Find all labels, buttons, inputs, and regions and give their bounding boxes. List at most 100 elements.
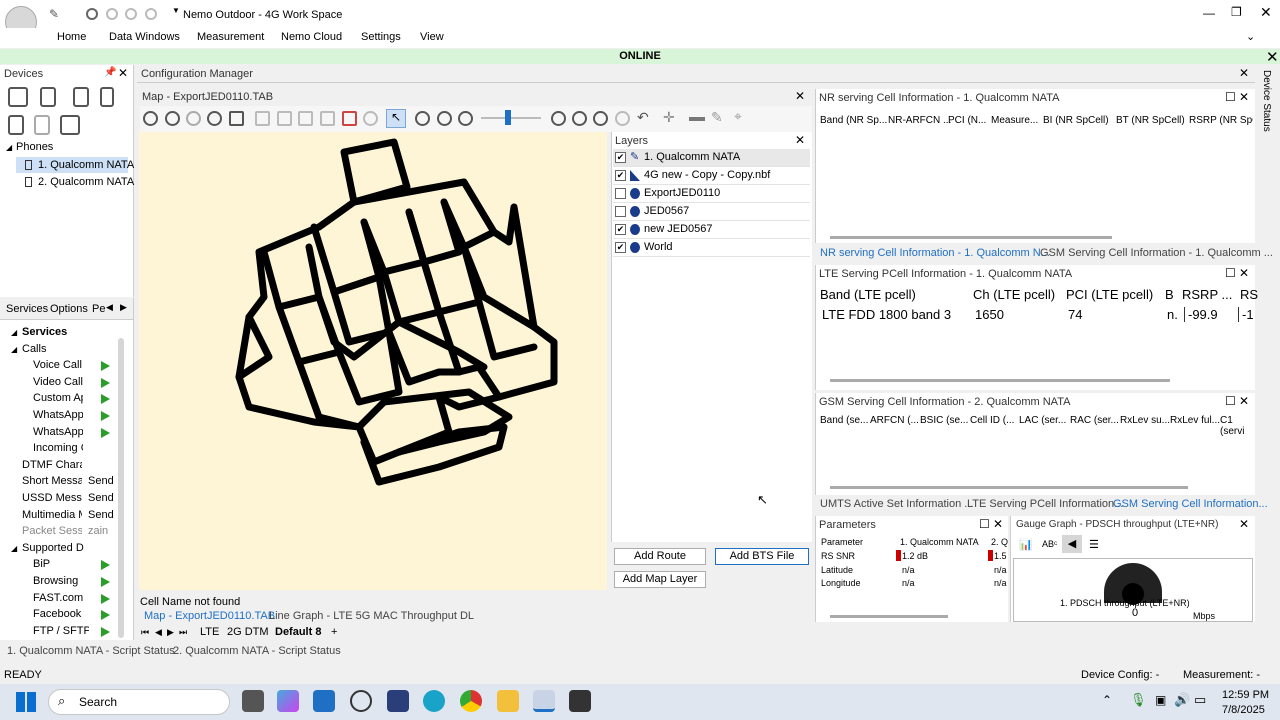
layers-icon[interactable] [229, 111, 244, 126]
layer-checkbox[interactable]: ✔ [615, 242, 626, 253]
play-icon[interactable] [101, 594, 110, 604]
close-icon[interactable]: ✕ [795, 133, 805, 147]
service-packet-session[interactable]: Packet Sessio [22, 525, 82, 537]
stop-icon[interactable] [145, 8, 157, 20]
layer-checkbox[interactable] [615, 188, 626, 199]
sms-send-button[interactable]: Send [88, 475, 114, 487]
phones-label[interactable]: Phones [16, 141, 53, 153]
device-settings-icon[interactable] [40, 87, 56, 107]
gsm-header[interactable]: RAC (ser... [1070, 415, 1119, 426]
select-tool-icon[interactable]: ↖ [386, 109, 406, 128]
last-sheet-icon[interactable]: ⏭ [179, 627, 187, 638]
play-icon[interactable] [101, 411, 110, 421]
edge-icon[interactable] [423, 690, 445, 712]
gsm-header[interactable]: LAC (ser... [1019, 415, 1066, 426]
play-icon[interactable] [101, 610, 110, 620]
gsm-header[interactable]: RxLev ful... [1170, 415, 1220, 426]
service-whatsapp-2[interactable]: WhatsApp [33, 426, 83, 438]
volume-icon[interactable]: 🔊 [1174, 692, 1190, 708]
map-canvas[interactable] [139, 132, 607, 590]
terminal-icon[interactable] [569, 690, 591, 712]
lte-header[interactable]: B [1165, 287, 1174, 302]
lte-header[interactable]: PCI (LTE pcell) [1066, 287, 1153, 302]
zoom-previous-icon[interactable] [615, 111, 630, 126]
tab-script-status-1[interactable]: 1. Qualcomm NATA - Script Status [7, 645, 175, 657]
pause-icon[interactable] [125, 8, 137, 20]
refresh-icon[interactable] [363, 111, 378, 126]
gsm-header[interactable]: Band (se... [820, 415, 868, 426]
horizontal-scrollbar[interactable] [830, 486, 1188, 489]
taskbar-search-box[interactable] [48, 689, 230, 715]
pan-icon[interactable]: ✛ [663, 109, 675, 126]
close-icon[interactable]: ✕ [1239, 394, 1249, 408]
nr-header[interactable]: PCI (N... [948, 115, 986, 126]
close-icon[interactable]: ✕ [1239, 266, 1249, 280]
param-col-header[interactable]: 1. Qualcomm NATA [900, 537, 979, 547]
service-video-call[interactable]: Video Call [33, 376, 89, 388]
sheet-tab-2g-dtm[interactable]: 2G DTM [227, 626, 269, 638]
play-icon[interactable] [101, 378, 110, 388]
taskbar-time[interactable]: 12:59 PM [1222, 689, 1269, 701]
nr-header[interactable]: RSRP (NR SpCell [1189, 115, 1253, 126]
taskbar-date[interactable]: 7/8/2025 [1222, 704, 1265, 716]
tray-chevron-up-icon[interactable]: ⌃ [1102, 693, 1112, 707]
play-icon[interactable] [106, 8, 118, 20]
close-icon[interactable]: ✕ [993, 517, 1003, 531]
pin-location-icon[interactable]: ⌖ [734, 108, 742, 125]
close-icon[interactable]: ✕ [1239, 66, 1249, 80]
prev-sheet-icon[interactable]: ◀ [155, 627, 162, 638]
menu-view[interactable]: View [420, 31, 444, 43]
calls-label[interactable]: Calls [22, 343, 46, 355]
phone-2-label[interactable]: 2. Qualcomm NATA [38, 176, 134, 188]
close-icon[interactable]: ✕ [118, 66, 128, 80]
minimize-icon[interactable]: — [1203, 6, 1215, 20]
pencil-icon[interactable]: ✎ [711, 109, 723, 126]
device-phone-icon[interactable] [100, 87, 114, 107]
maximize-icon[interactable]: ☐ [1225, 394, 1236, 408]
zoom-in-icon[interactable] [551, 111, 566, 126]
horizontal-scrollbar[interactable] [830, 615, 948, 618]
device-sync-icon[interactable] [73, 87, 89, 107]
list-icon[interactable]: ☰ [1089, 538, 1099, 551]
tab-map[interactable]: Map - ExportJED0110.TAB [144, 610, 275, 622]
maximize-icon[interactable]: ☐ [1225, 266, 1236, 280]
device-scan-icon[interactable] [8, 87, 28, 107]
crosshair-icon[interactable] [458, 111, 473, 126]
globe-network-icon[interactable] [165, 111, 180, 126]
gsm-header[interactable]: ARFCN (... [870, 415, 919, 426]
close-icon[interactable]: ✕ [1260, 4, 1272, 21]
target-icon[interactable] [437, 111, 452, 126]
service-dtmf[interactable]: DTMF Charac [22, 459, 82, 471]
pin-icon[interactable]: ✎ [49, 7, 61, 21]
menu-settings[interactable]: Settings [361, 31, 401, 43]
param-col-header[interactable]: Parameter [821, 537, 863, 547]
file-explorer-icon[interactable] [497, 690, 519, 712]
layer-row[interactable]: JED0567 [613, 203, 810, 221]
mail-icon[interactable] [313, 690, 335, 712]
maximize-icon[interactable]: ☐ [1225, 90, 1236, 104]
device-tree-icon[interactable] [60, 115, 80, 135]
nr-header[interactable]: BI (NR SpCell) [1043, 115, 1109, 126]
eye-icon[interactable] [415, 111, 430, 126]
service-browsing[interactable]: Browsing [33, 575, 89, 587]
play-icon[interactable] [101, 627, 110, 637]
lte-header[interactable]: Ch (LTE pcell) [973, 287, 1055, 302]
zoom-fit-icon[interactable] [593, 111, 608, 126]
sheet-tab-lte[interactable]: LTE [200, 626, 219, 638]
speed-icon[interactable] [350, 690, 372, 712]
tab-line-graph[interactable]: Line Graph - LTE 5G MAC Throughput DL [269, 610, 474, 622]
layer-row[interactable]: ✔ ✎ 1. Qualcomm NATA [613, 149, 810, 167]
close-icon[interactable]: ✕ [1266, 48, 1279, 66]
tab-services[interactable]: Services [6, 303, 48, 315]
service-bip[interactable]: BiP [33, 558, 89, 570]
record-icon[interactable] [86, 8, 98, 20]
service-voice-call[interactable]: Voice Call [33, 359, 89, 371]
layer-row[interactable]: ✔ new JED0567 [613, 221, 810, 239]
device-status-side-tab[interactable]: Device Status [1257, 70, 1272, 160]
undo-icon[interactable]: ↶ [637, 109, 649, 126]
close-icon[interactable]: ✕ [1239, 90, 1249, 104]
collapse-icon[interactable]: ◢ [11, 328, 17, 337]
collapse-icon[interactable]: ◢ [6, 143, 12, 152]
menu-data-windows[interactable]: Data Windows [109, 31, 180, 43]
service-facebook[interactable]: Facebook [33, 608, 89, 620]
